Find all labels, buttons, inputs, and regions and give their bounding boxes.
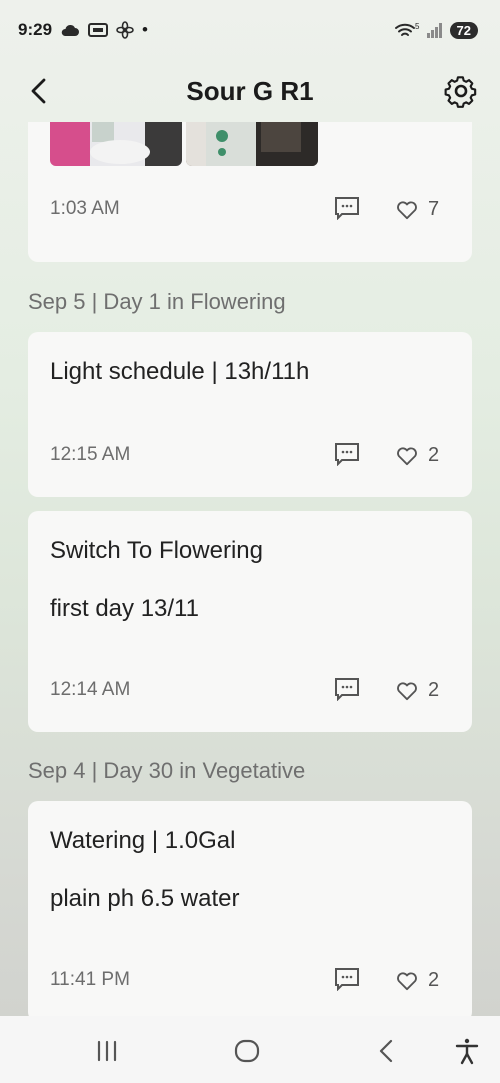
comment-icon bbox=[335, 443, 359, 466]
page-title: Sour G R1 bbox=[186, 75, 314, 106]
entry-time: 12:14 AM bbox=[50, 679, 131, 700]
cloud-icon bbox=[61, 24, 80, 36]
entry-title: Light schedule | 13h/11h bbox=[50, 358, 310, 385]
like-count: 2 bbox=[428, 679, 440, 701]
notification-dot: • bbox=[142, 20, 148, 39]
heart-icon bbox=[397, 681, 417, 700]
journal-entry-card[interactable]: 1:03 AM 7 bbox=[28, 122, 472, 262]
recent-apps-button[interactable] bbox=[92, 1036, 122, 1066]
like-count: 2 bbox=[428, 444, 440, 466]
photo-thumbnail[interactable] bbox=[186, 122, 318, 166]
wifi-icon: 5 bbox=[394, 22, 420, 36]
like-count: 7 bbox=[428, 198, 440, 220]
gallery-icon bbox=[88, 23, 109, 37]
settings-button[interactable] bbox=[444, 74, 478, 108]
entry-time: 1:03 AM bbox=[50, 198, 120, 219]
system-nav-bar bbox=[0, 1016, 500, 1083]
heart-icon bbox=[397, 446, 417, 465]
journal-entry-card[interactable]: Switch To Flowering first day 13/11 12:1… bbox=[28, 511, 472, 732]
comment-button[interactable] bbox=[334, 442, 360, 466]
wifi-label: 5 bbox=[415, 22, 420, 31]
accessibility-button[interactable] bbox=[452, 1036, 482, 1066]
entry-time: 12:15 AM bbox=[50, 444, 131, 465]
journal-feed[interactable]: 1:03 AM 7 Sep 5 | Day 1 in Flowering Lig… bbox=[0, 122, 500, 1016]
day-header: Sep 5 | Day 1 in Flowering bbox=[28, 289, 286, 314]
back-button[interactable] bbox=[24, 76, 54, 106]
accessibility-icon bbox=[455, 1038, 479, 1065]
fan-icon bbox=[116, 21, 134, 39]
signal-icon bbox=[426, 23, 442, 38]
comment-icon bbox=[335, 968, 359, 991]
app-header: Sour G R1 bbox=[0, 60, 500, 122]
heart-icon bbox=[397, 971, 417, 990]
photo-thumbnail[interactable] bbox=[50, 122, 182, 166]
like-button[interactable]: 7 bbox=[396, 198, 439, 221]
day-header: Sep 4 | Day 30 in Vegetative bbox=[28, 758, 306, 783]
entry-note: plain ph 6.5 water bbox=[50, 885, 240, 912]
like-button[interactable]: 2 bbox=[396, 444, 439, 467]
journal-entry-card[interactable]: Watering | 1.0Gal plain ph 6.5 water 11:… bbox=[28, 801, 472, 1016]
journal-entry-card[interactable]: Light schedule | 13h/11h 12:15 AM 2 bbox=[28, 332, 472, 497]
battery-indicator: 72 bbox=[449, 21, 478, 39]
heart-icon bbox=[397, 200, 417, 219]
back-icon bbox=[379, 1039, 393, 1063]
chevron-left-icon bbox=[31, 78, 46, 104]
gear-icon bbox=[444, 76, 477, 108]
like-button[interactable]: 2 bbox=[396, 679, 439, 702]
photo-image bbox=[50, 122, 182, 166]
home-button[interactable] bbox=[232, 1036, 262, 1066]
home-icon bbox=[234, 1039, 260, 1063]
status-bar: 9:29 • 5 72 bbox=[0, 0, 500, 60]
status-right: 5 72 bbox=[394, 21, 478, 39]
entry-title: Watering | 1.0Gal bbox=[50, 827, 236, 854]
comment-icon bbox=[335, 678, 359, 701]
entry-title: Switch To Flowering bbox=[50, 537, 263, 564]
like-button[interactable]: 2 bbox=[396, 969, 439, 992]
comment-button[interactable] bbox=[334, 967, 360, 991]
photo-image bbox=[186, 122, 318, 166]
entry-note: first day 13/11 bbox=[50, 595, 199, 622]
comment-button[interactable] bbox=[334, 196, 360, 220]
status-left: 9:29 • bbox=[18, 20, 148, 40]
entry-time: 11:41 PM bbox=[50, 969, 130, 990]
comment-button[interactable] bbox=[334, 677, 360, 701]
recent-apps-icon bbox=[97, 1040, 117, 1062]
comment-icon bbox=[335, 197, 359, 220]
status-time: 9:29 bbox=[18, 20, 53, 39]
system-back-button[interactable] bbox=[372, 1036, 402, 1066]
like-count: 2 bbox=[428, 969, 440, 991]
